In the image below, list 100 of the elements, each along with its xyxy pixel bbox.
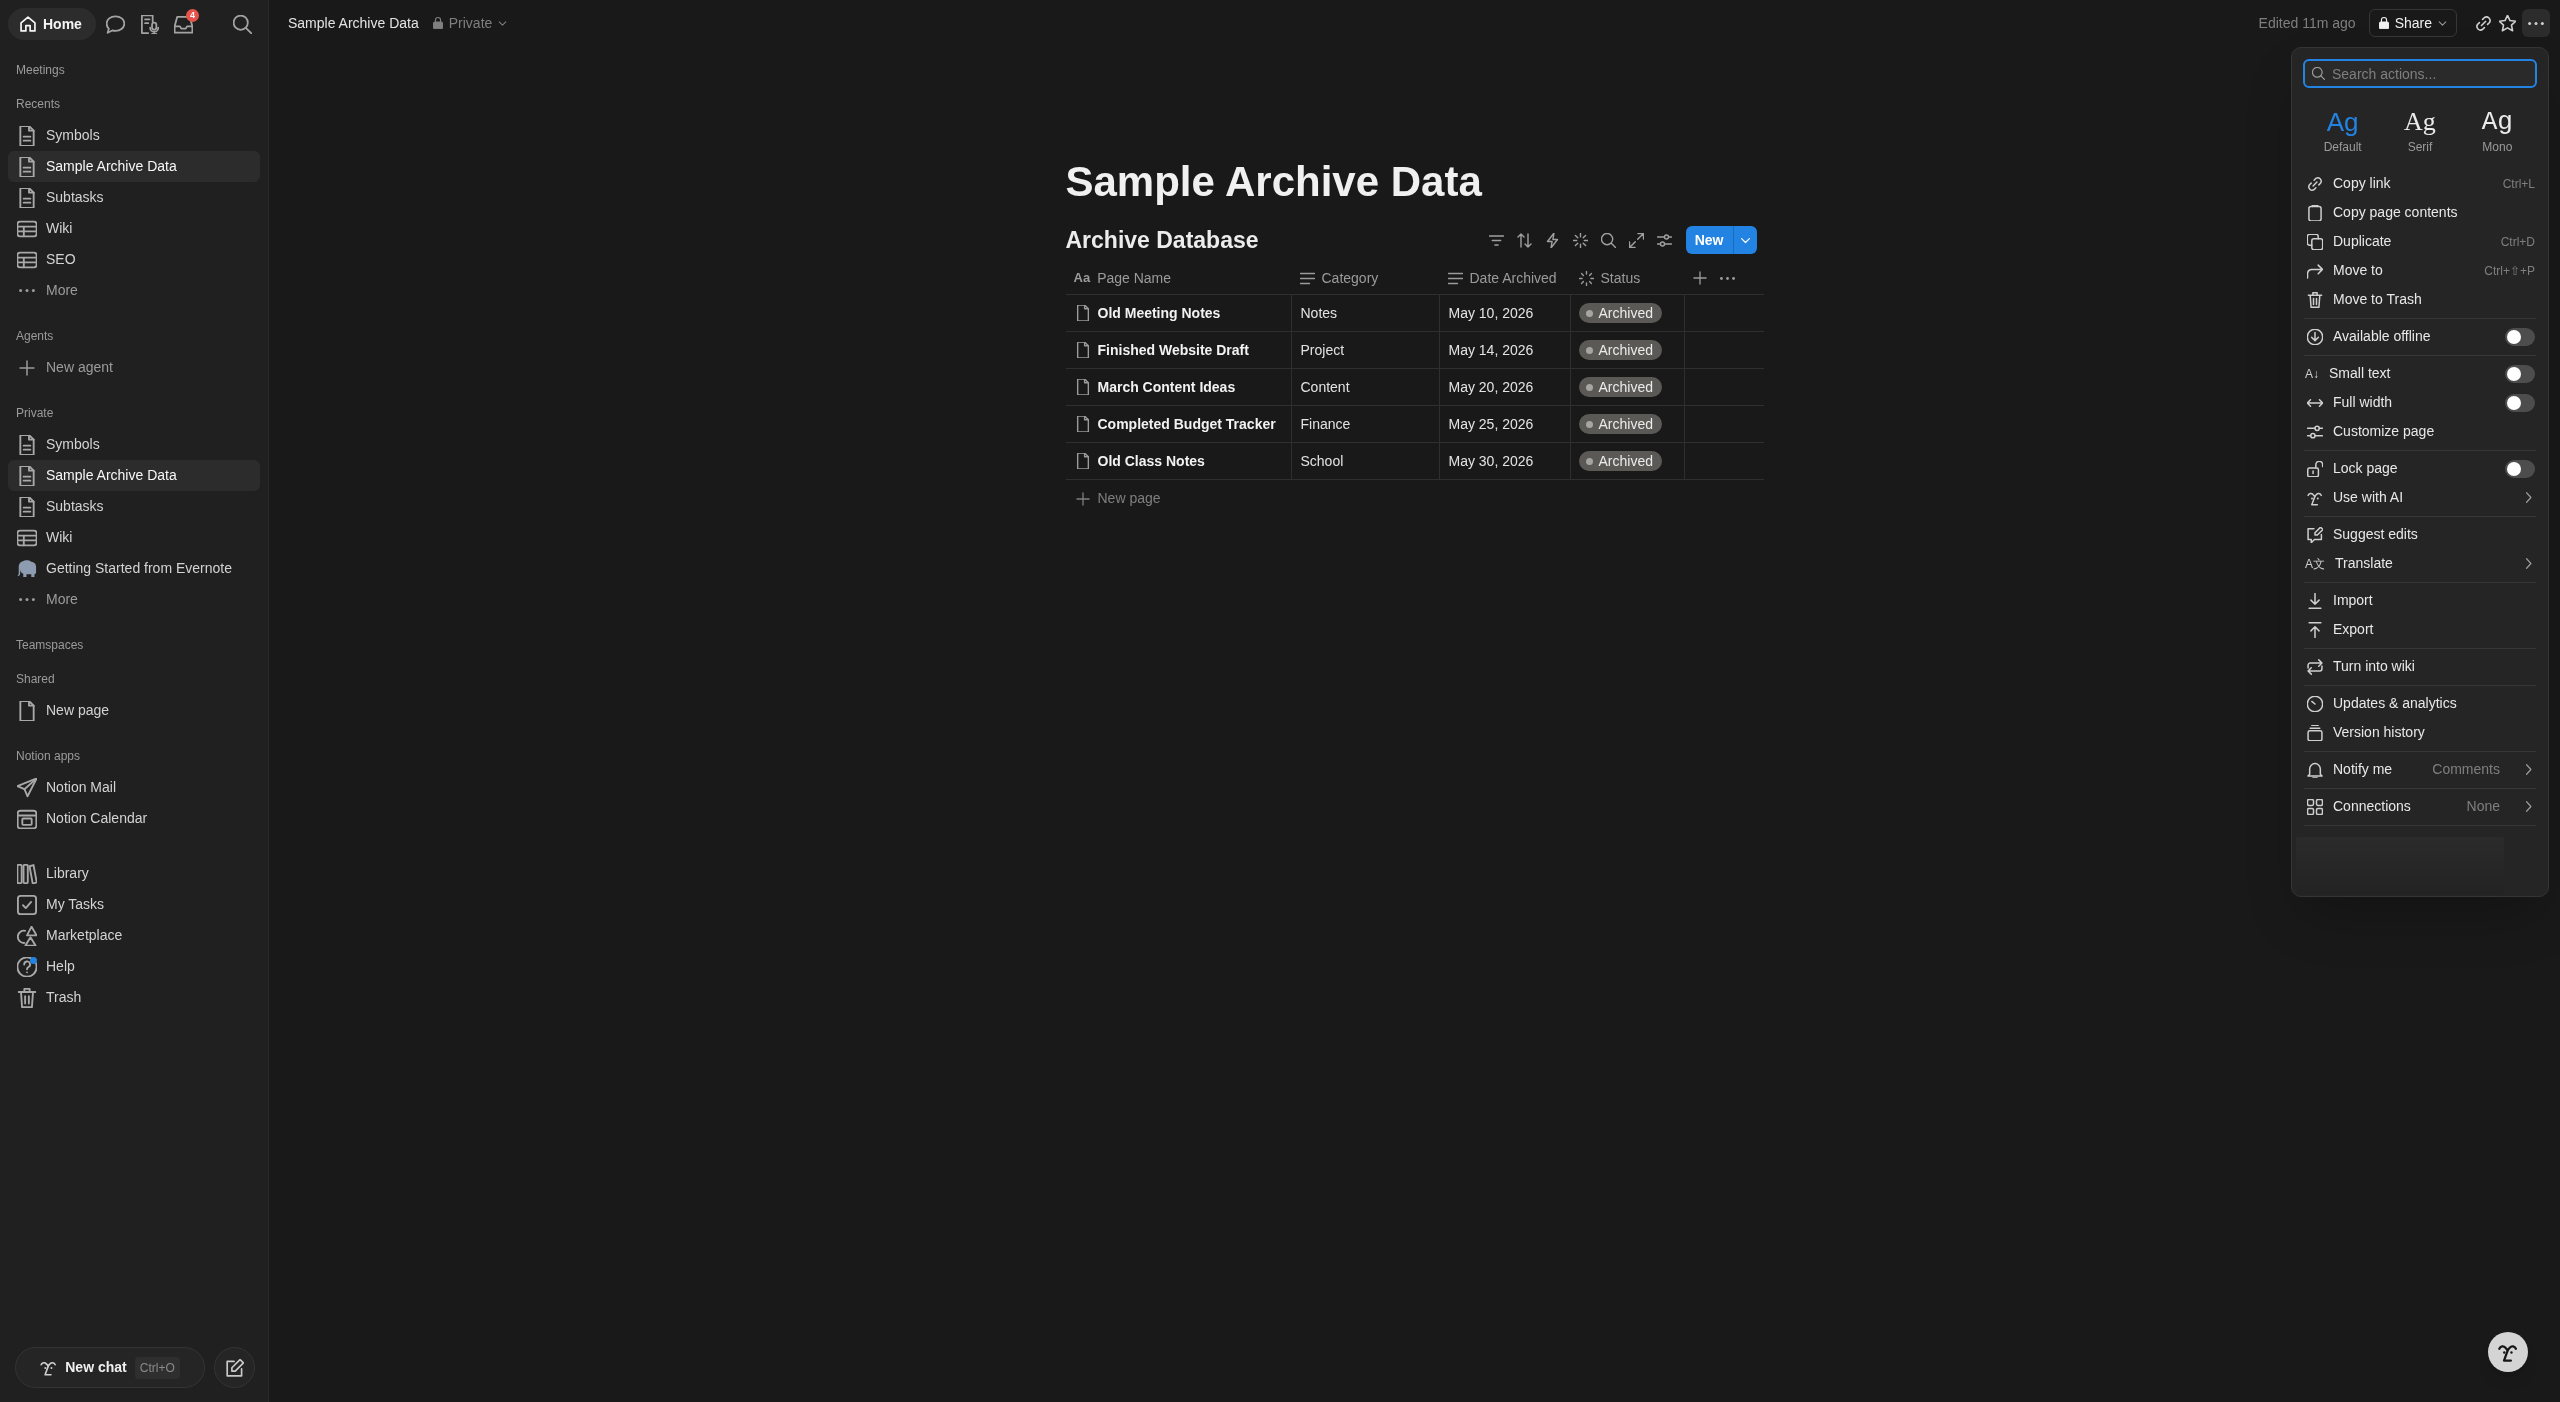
menu-item[interactable]: Use with AI — [2300, 483, 2540, 512]
compose-button[interactable] — [214, 1347, 255, 1388]
menu-item[interactable]: Notify me Comments — [2300, 755, 2540, 784]
table-cell: Project — [1291, 332, 1440, 368]
new-button[interactable]: New — [1685, 226, 1733, 254]
table-cell: May 10, 2026 — [1439, 295, 1571, 331]
menu-item[interactable]: Copy page contents — [2300, 198, 2540, 227]
toggle-switch[interactable] — [2505, 459, 2535, 478]
menu-item[interactable]: Suggest edits — [2300, 520, 2540, 549]
sidebar-item[interactable]: More — [8, 584, 260, 615]
sidebar-item[interactable]: Wiki — [8, 213, 260, 244]
toggle-switch[interactable] — [2505, 327, 2535, 346]
new-options-button[interactable] — [1732, 226, 1757, 254]
menu-item[interactable]: Updates & analytics — [2300, 689, 2540, 718]
clock-icon — [2307, 695, 2323, 712]
sidebar-item[interactable]: Library — [8, 858, 260, 889]
table-cell: May 25, 2026 — [1439, 406, 1571, 442]
sidebar-item[interactable]: Trash — [8, 982, 260, 1013]
toggle-switch[interactable] — [2505, 393, 2535, 412]
lock-icon — [431, 17, 444, 29]
menu-item[interactable]: Lock page — [2300, 454, 2540, 483]
breadcrumb-link[interactable]: Sample Archive Data — [288, 12, 419, 34]
font-option[interactable]: Ag Default — [2304, 92, 2382, 169]
sidebar-item[interactable]: Notion Calendar — [8, 803, 260, 834]
menu-item[interactable]: Version history — [2300, 718, 2540, 747]
section-label: Teamspaces — [15, 637, 85, 654]
font-option[interactable]: Ag Mono — [2458, 92, 2536, 169]
section-label: Shared — [15, 671, 56, 688]
row-title-link[interactable]: Old Class Notes — [1097, 450, 1205, 472]
new-chat-button[interactable]: New chat Ctrl+O — [15, 1347, 205, 1388]
row-title-link[interactable]: March Content Ideas — [1097, 376, 1236, 398]
stack-icon — [2307, 724, 2323, 741]
row-title-link[interactable]: Completed Budget Tracker — [1097, 413, 1276, 435]
status-text: Archived — [1598, 414, 1653, 434]
trash-icon — [2307, 291, 2323, 308]
menu-item[interactable]: A文 Translate — [2300, 549, 2540, 578]
menu-item[interactable]: Available offline — [2300, 322, 2540, 351]
translate-icon: A文 — [2305, 557, 2325, 570]
column-header[interactable]: Category — [1291, 262, 1440, 294]
column-header[interactable]: Aa Page Name — [1065, 262, 1292, 294]
sidebar-item[interactable]: Subtasks — [8, 182, 260, 213]
open-lock-icon — [2307, 460, 2323, 477]
search-field[interactable]: Search actions... — [2303, 59, 2537, 88]
inbox-tray-icon — [174, 14, 194, 34]
menu-item[interactable]: Export — [2300, 615, 2540, 644]
table-icon — [17, 218, 37, 239]
home-button[interactable]: Home — [8, 8, 96, 40]
lightning-icon — [1545, 232, 1561, 248]
menu-item[interactable]: Import — [2300, 586, 2540, 615]
menu-item[interactable]: Move to Trash — [2300, 285, 2540, 314]
sidebar-item[interactable]: Marketplace — [8, 920, 260, 951]
menu-item[interactable]: Duplicate Ctrl+D — [2300, 227, 2540, 256]
menu-item[interactable]: Move to Ctrl+⇧+P — [2300, 256, 2540, 285]
privacy-button[interactable]: Private — [431, 12, 509, 34]
toggle-switch[interactable] — [2505, 364, 2535, 383]
menu-item[interactable]: Connections None — [2300, 792, 2540, 821]
dots-icon — [1720, 276, 1735, 280]
sidebar-item[interactable]: Symbols — [8, 120, 260, 151]
sidebar-item[interactable]: SEO — [8, 244, 260, 275]
home-icon — [20, 16, 36, 32]
arrow-down-icon — [2307, 592, 2323, 609]
page-icon — [17, 465, 37, 486]
sidebar-item[interactable]: Subtasks — [8, 491, 260, 522]
dots-icon — [19, 289, 35, 292]
checkbox-icon — [17, 894, 37, 915]
menu-item[interactable]: Full width — [2300, 388, 2540, 417]
sidebar-item[interactable]: Help — [8, 951, 260, 982]
table-cell: May 14, 2026 — [1439, 332, 1571, 368]
sidebar-item[interactable]: More — [8, 275, 260, 306]
notification-badge: 4 — [185, 9, 199, 22]
column-header[interactable]: Status — [1570, 262, 1685, 294]
sidebar-item[interactable]: Wiki — [8, 522, 260, 553]
menu-item[interactable]: Turn into wiki — [2300, 652, 2540, 681]
row-title-link[interactable]: Finished Website Draft — [1097, 339, 1249, 361]
sidebar-item[interactable]: Sample Archive Data — [8, 151, 260, 182]
sidebar-item[interactable]: New page — [8, 695, 260, 726]
menu-item[interactable]: A↓ Small text — [2300, 359, 2540, 388]
ai-face-icon — [40, 1359, 58, 1376]
sidebar-item[interactable]: Getting Started from Evernote — [8, 553, 260, 584]
column-header[interactable]: Date Archived — [1439, 262, 1571, 294]
ai-assistant-button[interactable] — [2488, 1332, 2528, 1372]
new-page-button[interactable]: New page — [1065, 480, 1161, 517]
sidebar-item[interactable]: My Tasks — [8, 889, 260, 920]
menu-item[interactable]: Customize page — [2300, 417, 2540, 446]
link-icon — [2307, 175, 2323, 192]
sidebar-item[interactable]: Notion Mail — [8, 772, 260, 803]
text-size-icon: A↓ — [2305, 367, 2319, 380]
more-button[interactable] — [2522, 9, 2550, 37]
row-title-link[interactable]: Old Meeting Notes — [1097, 302, 1221, 324]
compose-icon — [225, 1358, 244, 1377]
sidebar-item[interactable]: Sample Archive Data — [8, 460, 260, 491]
dots-icon — [19, 598, 35, 601]
font-option[interactable]: Ag Serif — [2381, 92, 2459, 169]
share-button[interactable]: Share — [2368, 9, 2457, 37]
inbox-button[interactable]: 4 — [169, 10, 198, 38]
menu-item[interactable]: Copy link Ctrl+L — [2300, 169, 2540, 198]
table-cell: Finance — [1291, 406, 1440, 442]
sort-arrows-icon — [1517, 232, 1533, 248]
sidebar-item[interactable]: Symbols — [8, 429, 260, 460]
sidebar-item[interactable]: New agent — [8, 352, 260, 383]
